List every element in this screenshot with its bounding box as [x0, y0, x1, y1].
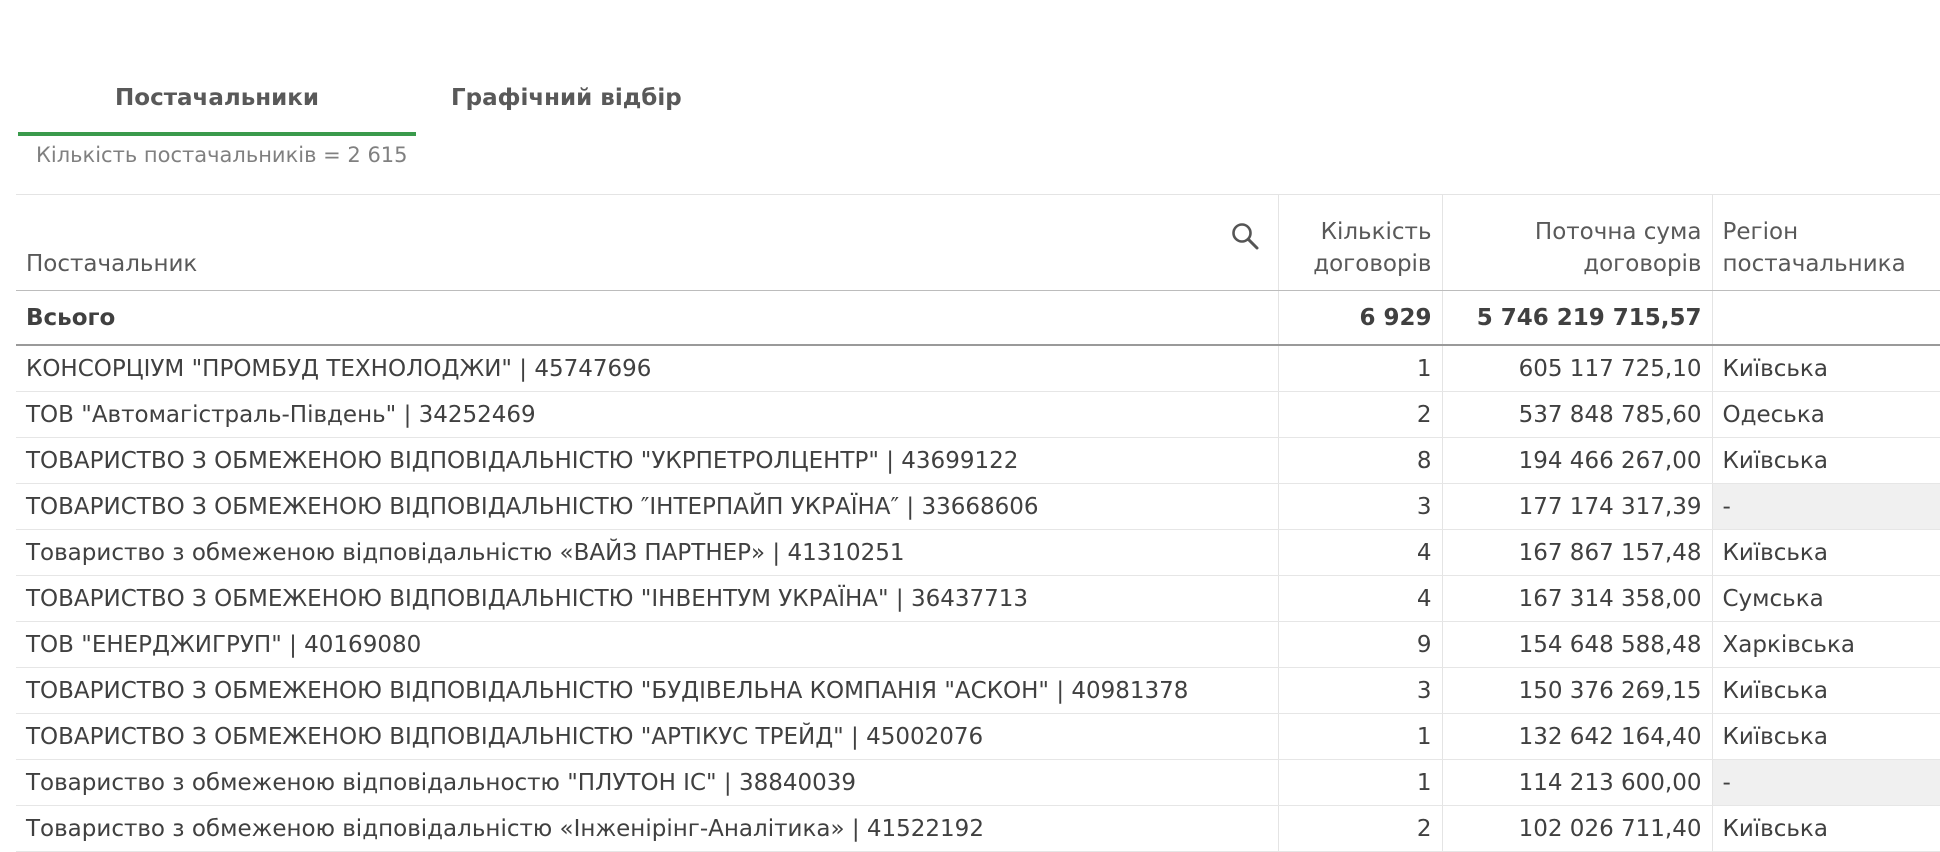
table-row[interactable]: Товариство з обмеженою відповідальністю …	[16, 805, 1940, 852]
region-cell[interactable]: Сумська	[1711, 575, 1940, 622]
contracts-count-cell[interactable]: 9	[1277, 621, 1442, 668]
region-cell[interactable]: Київська	[1711, 667, 1940, 714]
amount-cell[interactable]: 167 314 358,00	[1441, 575, 1712, 622]
header-supplier-region[interactable]: Регіон постачальника	[1711, 194, 1940, 291]
contracts-count-cell[interactable]: 2	[1277, 805, 1442, 852]
region-cell[interactable]: Київська	[1711, 345, 1940, 392]
total-label: Всього	[16, 290, 1278, 346]
contracts-count-cell[interactable]: 4	[1277, 529, 1442, 576]
supplier-name-cell[interactable]: ТОВАРИСТВО З ОБМЕЖЕНОЮ ВІДПОВІДАЛЬНІСТЮ …	[16, 667, 1278, 714]
region-cell[interactable]: Київська	[1711, 529, 1940, 576]
supplier-name-cell[interactable]: ТОВ "Автомагістраль-Південь" | 34252469	[16, 391, 1278, 438]
tab-bar: Постачальники Графічний відбір	[18, 78, 682, 136]
amount-cell[interactable]: 167 867 157,48	[1441, 529, 1712, 576]
supplier-name-cell[interactable]: Товариство з обмеженою відповідальністю …	[16, 805, 1278, 852]
contracts-count-cell[interactable]: 8	[1277, 437, 1442, 484]
region-cell[interactable]: Київська	[1711, 437, 1940, 484]
region-cell[interactable]: Одеська	[1711, 391, 1940, 438]
table-row[interactable]: ТОВАРИСТВО З ОБМЕЖЕНОЮ ВІДПОВІДАЛЬНІСТЮ …	[16, 667, 1940, 714]
table-row[interactable]: ТОВАРИСТВО З ОБМЕЖЕНОЮ ВІДПОВІДАЛЬНІСТЮ …	[16, 713, 1940, 760]
search-icon[interactable]	[1230, 221, 1260, 251]
amount-cell[interactable]: 605 117 725,10	[1441, 345, 1712, 392]
supplier-name-cell[interactable]: ТОВАРИСТВО З ОБМЕЖЕНОЮ ВІДПОВІДАЛЬНІСТЮ …	[16, 437, 1278, 484]
supplier-name-cell[interactable]: ТОВАРИСТВО З ОБМЕЖЕНОЮ ВІДПОВІДАЛЬНІСТЮ …	[16, 483, 1278, 530]
amount-cell[interactable]: 194 466 267,00	[1441, 437, 1712, 484]
amount-cell[interactable]: 177 174 317,39	[1441, 483, 1712, 530]
header-supplier-label: Постачальник	[26, 251, 198, 277]
table-row[interactable]: КОНСОРЦІУМ "ПРОМБУД ТЕХНОЛОДЖИ" | 457476…	[16, 345, 1940, 392]
header-region-line1: Регіон	[1722, 219, 1799, 245]
header-amount-line2: договорів	[1583, 251, 1702, 277]
total-region	[1711, 290, 1940, 346]
amount-cell[interactable]: 132 642 164,40	[1441, 713, 1712, 760]
amount-cell[interactable]: 154 648 588,48	[1441, 621, 1712, 668]
table-row[interactable]: ТОВ "Автомагістраль-Південь" | 34252469 2…	[16, 391, 1940, 438]
contracts-count-cell[interactable]: 4	[1277, 575, 1442, 622]
table-row[interactable]: Товариство з обмеженою відповідальністю …	[16, 529, 1940, 576]
header-contracts-count[interactable]: Кількість договорів	[1277, 194, 1442, 291]
amount-cell[interactable]: 102 026 711,40	[1441, 805, 1712, 852]
contracts-count-cell[interactable]: 3	[1277, 667, 1442, 714]
region-cell[interactable]: -	[1711, 759, 1940, 806]
table-row[interactable]: Товариство з обмеженою відповідальностю …	[16, 759, 1940, 806]
contracts-count-cell[interactable]: 3	[1277, 483, 1442, 530]
table-row[interactable]: ТОВАРИСТВО З ОБМЕЖЕНОЮ ВІДПОВІДАЛЬНІСТЮ …	[16, 575, 1940, 622]
table-row[interactable]: ТОВАРИСТВО З ОБМЕЖЕНОЮ ВІДПОВІДАЛЬНІСТЮ …	[16, 483, 1940, 530]
table-row[interactable]: ТОВ "ЕНЕРДЖИГРУП" | 40169080 9 154 648 588…	[16, 621, 1940, 668]
header-contracts-line2: договорів	[1313, 251, 1432, 277]
tab-suppliers[interactable]: Постачальники	[18, 78, 416, 136]
header-current-amount[interactable]: Поточна сума договорів	[1441, 194, 1712, 291]
amount-cell[interactable]: 114 213 600,00	[1441, 759, 1712, 806]
total-row: Всього 6 929 5 746 219 715,57	[16, 290, 1940, 346]
table-row[interactable]: ТОВАРИСТВО З ОБМЕЖЕНОЮ ВІДПОВІДАЛЬНІСТЮ …	[16, 437, 1940, 484]
region-cell[interactable]: Київська	[1711, 713, 1940, 760]
table-header-row: Постачальник Кількість договорів Поточна…	[16, 194, 1940, 291]
region-cell[interactable]: -	[1711, 483, 1940, 530]
supplier-name-cell[interactable]: ТОВАРИСТВО З ОБМЕЖЕНОЮ ВІДПОВІДАЛЬНІСТЮ …	[16, 713, 1278, 760]
amount-cell[interactable]: 150 376 269,15	[1441, 667, 1712, 714]
contracts-count-cell[interactable]: 1	[1277, 759, 1442, 806]
supplier-name-cell[interactable]: КОНСОРЦІУМ "ПРОМБУД ТЕХНОЛОДЖИ" | 457476…	[16, 345, 1278, 392]
header-amount-line1: Поточна сума	[1534, 219, 1702, 245]
supplier-name-cell[interactable]: Товариство з обмеженою відповідальністю …	[16, 529, 1278, 576]
region-cell[interactable]: Київська	[1711, 805, 1940, 852]
total-contracts: 6 929	[1277, 290, 1442, 346]
tab-graphic-selection[interactable]: Графічний відбір	[416, 78, 761, 136]
region-cell[interactable]: Харківська	[1711, 621, 1940, 668]
total-amount: 5 746 219 715,57	[1441, 290, 1712, 346]
contracts-count-cell[interactable]: 1	[1277, 345, 1442, 392]
supplier-name-cell[interactable]: Товариство з обмеженою відповідальностю …	[16, 759, 1278, 806]
supplier-name-cell[interactable]: ТОВ "ЕНЕРДЖИГРУП" | 40169080	[16, 621, 1278, 668]
amount-cell[interactable]: 537 848 785,60	[1441, 391, 1712, 438]
header-supplier[interactable]: Постачальник	[16, 194, 1278, 291]
contracts-count-cell[interactable]: 2	[1277, 391, 1442, 438]
header-contracts-line1: Кількість	[1320, 219, 1432, 245]
header-region-line2: постачальника	[1722, 251, 1906, 277]
suppliers-table: Постачальник Кількість договорів Поточна…	[16, 194, 1940, 852]
suppliers-count: Кількість постачальників = 2 615	[36, 143, 408, 167]
contracts-count-cell[interactable]: 1	[1277, 713, 1442, 760]
supplier-name-cell[interactable]: ТОВАРИСТВО З ОБМЕЖЕНОЮ ВІДПОВІДАЛЬНІСТЮ …	[16, 575, 1278, 622]
